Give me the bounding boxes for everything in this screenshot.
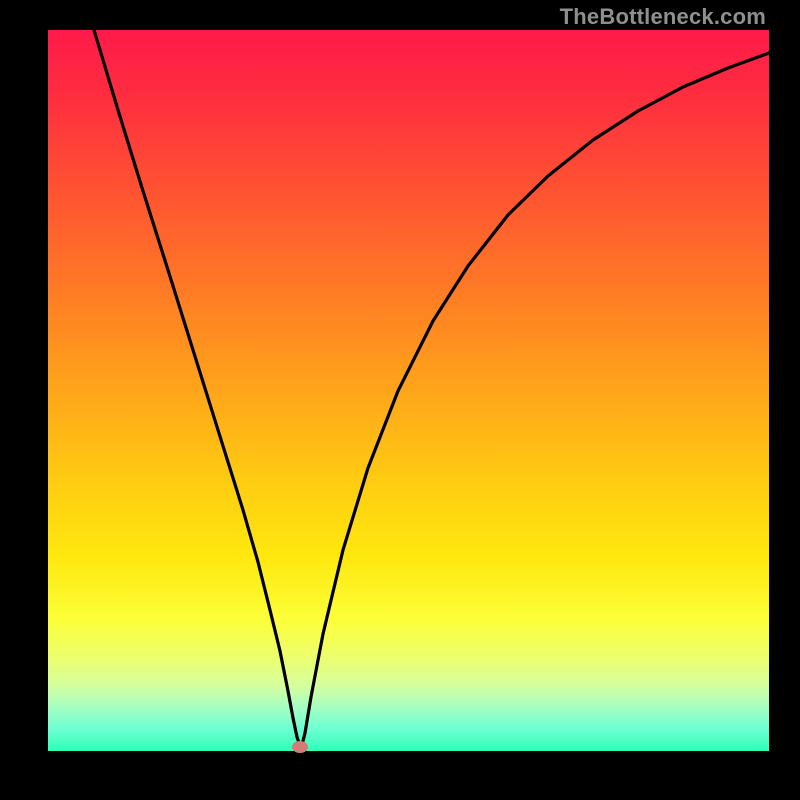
- min-marker-icon: [292, 741, 308, 753]
- plot-area: [48, 30, 769, 751]
- watermark-text: TheBottleneck.com: [560, 4, 766, 30]
- chart-frame: TheBottleneck.com: [0, 0, 800, 800]
- curve-svg: [48, 30, 769, 751]
- bottleneck-curve: [94, 30, 769, 746]
